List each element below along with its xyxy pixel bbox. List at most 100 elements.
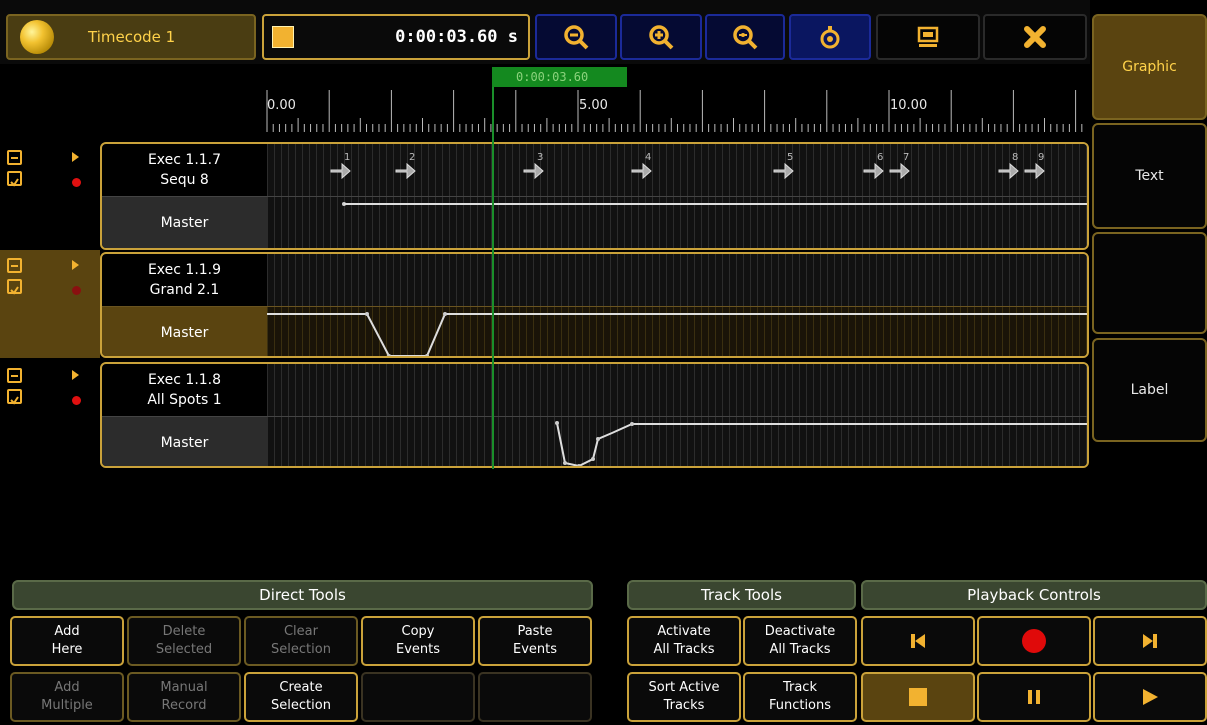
record-icon[interactable] <box>72 286 81 295</box>
zoom-out-icon <box>564 25 589 50</box>
window-title-block[interactable]: Timecode 1 <box>6 14 256 60</box>
master-lane[interactable] <box>267 196 1087 248</box>
add-multiple-button[interactable]: Add Multiple <box>10 672 124 722</box>
empty-button[interactable] <box>361 672 475 722</box>
manual-record-button[interactable]: Manual Record <box>127 672 241 722</box>
master-lane-label: Master <box>102 306 267 356</box>
collapse-icon[interactable] <box>7 150 22 165</box>
copy-events-button[interactable]: Copy Events <box>361 616 475 666</box>
time-ruler[interactable]: 0.00 5.00 10.00 <box>265 88 1090 132</box>
cue-lane[interactable] <box>267 254 1087 306</box>
activate-all-tracks-button[interactable]: Activate All Tracks <box>627 616 741 666</box>
pause-button[interactable] <box>977 672 1091 722</box>
record-icon[interactable] <box>72 396 81 405</box>
track-2[interactable]: Exec 1.1.9 Grand 2.1 Master <box>100 252 1089 358</box>
cue-marker[interactable]: 7 <box>889 152 910 180</box>
sphere-icon <box>20 20 54 54</box>
skip-back-button[interactable] <box>861 616 975 666</box>
collapse-icon[interactable] <box>7 368 22 383</box>
playhead-time: 0:00:03.60 <box>492 67 627 87</box>
track-enable-checkbox[interactable] <box>7 171 22 187</box>
track-name: All Spots 1 <box>147 392 222 408</box>
collapse-icon[interactable] <box>7 258 22 273</box>
empty-panel-button[interactable] <box>1092 232 1207 334</box>
stopwatch-button[interactable] <box>789 14 871 60</box>
close-button[interactable] <box>983 14 1087 60</box>
play-button[interactable] <box>1093 672 1207 722</box>
deactivate-all-tracks-button[interactable]: Deactivate All Tracks <box>743 616 857 666</box>
skip-back-icon <box>911 634 925 648</box>
add-here-button[interactable]: Add Here <box>10 616 124 666</box>
zoom-fit-button[interactable] <box>705 14 785 60</box>
cue-number: 4 <box>645 152 651 163</box>
clear-selection-button[interactable]: Clear Selection <box>244 616 358 666</box>
master-lane[interactable] <box>267 416 1087 466</box>
window-title: Timecode 1 <box>88 28 176 46</box>
track-enable-checkbox[interactable] <box>7 389 22 405</box>
delete-selected-button[interactable]: Delete Selected <box>127 616 241 666</box>
cue-number: 9 <box>1038 152 1044 163</box>
track-tools-header: Track Tools <box>627 580 856 610</box>
track-controls-1 <box>0 142 100 250</box>
paste-events-button[interactable]: Paste Events <box>478 616 592 666</box>
stop-icon <box>909 688 927 706</box>
cue-marker[interactable]: 1 <box>330 152 351 180</box>
cue-marker[interactable]: 8 <box>998 152 1019 180</box>
master-lane[interactable] <box>267 306 1087 356</box>
cue-lane[interactable] <box>267 364 1087 416</box>
create-selection-button[interactable]: Create Selection <box>244 672 358 722</box>
record-icon[interactable] <box>72 178 81 187</box>
cue-marker[interactable]: 3 <box>523 152 544 180</box>
screen-button[interactable] <box>876 14 980 60</box>
time-display[interactable]: 0:00:03.60 s <box>262 14 530 60</box>
play-icon[interactable] <box>72 260 79 270</box>
label-button[interactable]: Label <box>1092 338 1207 442</box>
stop-button[interactable] <box>861 672 975 722</box>
stop-icon <box>272 26 294 48</box>
zoom-in-button[interactable] <box>620 14 702 60</box>
zoom-out-button[interactable] <box>535 14 617 60</box>
master-lane-label: Master <box>102 196 267 248</box>
record-button[interactable] <box>977 616 1091 666</box>
playback-controls-header: Playback Controls <box>861 580 1207 610</box>
play-icon[interactable] <box>72 152 79 162</box>
record-icon <box>1022 629 1046 653</box>
cue-marker[interactable]: 6 <box>863 152 884 180</box>
close-icon <box>1024 26 1046 48</box>
track-label: Exec 1.1.9 Grand 2.1 <box>102 254 267 306</box>
track-controls-3 <box>0 360 100 468</box>
stopwatch-icon <box>820 26 840 49</box>
ruler-ticks <box>266 90 1083 132</box>
pause-icon <box>1028 690 1040 704</box>
play-icon[interactable] <box>72 370 79 380</box>
track-label: Exec 1.1.8 All Spots 1 <box>102 364 267 416</box>
track-1[interactable]: Exec 1.1.7 Sequ 8 1 2 3 4 5 6 7 8 9 Master <box>100 142 1089 250</box>
text-button[interactable]: Text <box>1092 123 1207 229</box>
cue-marker[interactable]: 9 <box>1024 152 1045 180</box>
cue-number: 1 <box>344 152 350 163</box>
screen-icon <box>917 26 939 47</box>
cue-number: 3 <box>537 152 543 163</box>
skip-forward-button[interactable] <box>1093 616 1207 666</box>
master-lane-label: Master <box>102 416 267 466</box>
master-curve-3 <box>555 421 1087 466</box>
empty-button[interactable] <box>478 672 592 722</box>
time-readout: 0:00:03.60 s <box>395 27 518 47</box>
sort-active-tracks-button[interactable]: Sort Active Tracks <box>627 672 741 722</box>
zoom-in-icon <box>649 25 674 50</box>
direct-tools-grid: Add Here Delete Selected Clear Selection… <box>10 616 595 724</box>
cue-lane[interactable]: 1 2 3 4 5 6 7 8 9 <box>267 144 1087 196</box>
playhead-line[interactable] <box>492 67 494 469</box>
cue-marker[interactable]: 2 <box>395 152 416 180</box>
cue-marker[interactable]: 4 <box>631 152 652 180</box>
cue-marker[interactable]: 5 <box>773 152 794 180</box>
zoom-fit-icon <box>733 25 758 50</box>
graphic-button[interactable]: Graphic <box>1092 14 1207 120</box>
master-curve-1 <box>342 202 1087 206</box>
cue-number: 5 <box>787 152 793 163</box>
cue-number: 2 <box>409 152 415 163</box>
track-functions-button[interactable]: Track Functions <box>743 672 857 722</box>
track-3[interactable]: Exec 1.1.8 All Spots 1 Master <box>100 362 1089 468</box>
track-enable-checkbox[interactable] <box>7 279 22 295</box>
direct-tools-header: Direct Tools <box>12 580 593 610</box>
